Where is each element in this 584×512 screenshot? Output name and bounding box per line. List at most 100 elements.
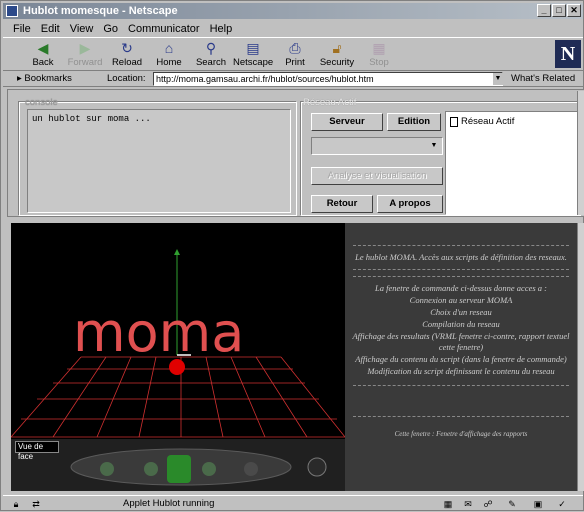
netscape-label: Netscape: [233, 57, 274, 68]
location-label: Location:: [107, 73, 146, 84]
top-frame-scrollbar[interactable]: [577, 91, 584, 215]
lock-icon: 🔓︎: [332, 40, 342, 56]
netscape-icon: ▤: [246, 40, 260, 56]
home-button[interactable]: ⌂ Home: [149, 40, 189, 68]
reload-label: Reload: [111, 57, 143, 68]
menu-communicator[interactable]: Communicator: [128, 21, 200, 37]
close-button[interactable]: ✕: [567, 4, 581, 17]
console-text: un hublot sur moma ...: [32, 114, 151, 124]
menu-edit[interactable]: Edit: [41, 21, 60, 37]
menu-view[interactable]: View: [70, 21, 94, 37]
print-label: Print: [285, 57, 305, 68]
window-title: Hublot momesque - Netscape: [23, 5, 178, 17]
maximize-button[interactable]: □: [552, 4, 566, 17]
netscape-app-icon: [6, 5, 18, 17]
info-line: Compilation du reseau: [422, 319, 500, 329]
divider: [353, 245, 569, 246]
serveur-button[interactable]: Serveur: [311, 113, 383, 131]
info-line: Affichage du contenu du script (dans la …: [355, 354, 567, 364]
reseau-select[interactable]: ▼: [311, 137, 443, 155]
back-button[interactable]: ◀ Back: [23, 40, 63, 68]
whats-related-button[interactable]: What's Related: [511, 71, 575, 87]
divider: [353, 385, 569, 386]
netscape-logo: N: [555, 40, 581, 68]
home-icon: ⌂: [164, 40, 174, 56]
document-icon: [450, 116, 458, 127]
apropos-button[interactable]: A propos: [377, 195, 443, 213]
browser-window: Hublot momesque - Netscape _ □ ✕ File Ed…: [0, 0, 584, 511]
info-line: Choix d'un reseau: [430, 307, 492, 317]
chevron-down-icon: ▼: [430, 142, 438, 149]
minimize-button[interactable]: _: [537, 4, 551, 17]
stop-button[interactable]: ▦ Stop: [359, 40, 399, 68]
back-label: Back: [32, 57, 54, 68]
forward-button[interactable]: ▶ Forward: [65, 40, 105, 68]
title-bar: Hublot momesque - Netscape _ □ ✕: [3, 3, 583, 19]
list-item-label: Réseau Actif: [461, 116, 515, 127]
stop-icon: ▦: [372, 40, 386, 56]
forward-arrow-icon: ▶: [79, 40, 91, 56]
forward-label: Forward: [67, 57, 103, 68]
axis-arrow-icon: [174, 249, 180, 255]
roll-icon[interactable]: [244, 462, 258, 476]
security-status-icon[interactable]: 🔒︎: [9, 498, 23, 510]
vrml-scene: moma: [10, 249, 346, 438]
intro-text: Le hublot MOMA. Accès aux scripts de déf…: [355, 252, 567, 262]
search-label: Search: [195, 57, 227, 68]
status-text: Applet Hublot running: [123, 498, 215, 509]
search-button[interactable]: ⚲ Search: [191, 40, 231, 68]
origin-sphere: [169, 359, 185, 375]
reseau-label: Réseau Actif: [303, 97, 357, 108]
menu-file[interactable]: File: [13, 21, 31, 37]
vrml-viewer[interactable]: moma Vue de face: [10, 223, 346, 491]
vrml-navigation-bar: Vue de face: [11, 439, 345, 491]
url-dropdown-icon[interactable]: ▼: [493, 73, 503, 85]
move-icon[interactable]: [167, 455, 191, 483]
check-icon[interactable]: ✓: [555, 498, 569, 510]
pan-icon[interactable]: [144, 462, 158, 476]
mail-icon[interactable]: ✉: [461, 498, 475, 510]
turn-icon[interactable]: [202, 462, 216, 476]
retour-button[interactable]: Retour: [311, 195, 373, 213]
connection-icon: ⇄: [32, 499, 40, 509]
menu-bar: File Edit View Go Communicator Help: [3, 21, 232, 37]
print-button[interactable]: ⎙ Print: [275, 40, 315, 68]
navigator-icon[interactable]: ▦: [441, 498, 455, 510]
navigation-controls: [70, 448, 327, 486]
list-item[interactable]: Réseau Actif: [450, 116, 514, 127]
footer-text: Cette fenetre : Fenetre d'affichage des …: [394, 430, 528, 438]
netscape-button[interactable]: ▤ Netscape: [233, 40, 273, 68]
component-icon[interactable]: ▣: [531, 498, 545, 510]
info-line: Affichage des resultats (VRML fenetre ci…: [352, 331, 570, 352]
reseau-list[interactable]: Réseau Actif: [445, 111, 579, 215]
whats-related-label: What's Related: [511, 73, 576, 84]
console-textarea[interactable]: un hublot sur moma ...: [27, 109, 291, 213]
security-label: Security: [319, 57, 355, 68]
search-icon: ⚲: [205, 40, 217, 56]
navigation-toolbar: ◀ Back ▶ Forward ↻ Reload ⌂ Home ⚲ Search ▤ Ne…: [3, 37, 583, 71]
divider: [353, 269, 569, 270]
edition-button[interactable]: Edition: [387, 113, 441, 131]
security-button[interactable]: 🔓︎ Security: [317, 40, 357, 68]
url-field[interactable]: http://moma.gamsau.archi.fr/hublot/sourc…: [153, 72, 503, 86]
report-scrollbar[interactable]: [577, 223, 584, 491]
divider: [353, 416, 569, 417]
home-label: Home: [156, 57, 182, 68]
info-line: Connexion au serveur MOMA: [409, 295, 513, 305]
report-frame: Le hublot MOMA. Accès aux scripts de déf…: [345, 223, 577, 491]
stop-label: Stop: [369, 57, 389, 68]
bookmarks-label: Bookmarks: [24, 73, 72, 84]
walk-icon[interactable]: [100, 462, 114, 476]
discussion-icon[interactable]: ☍: [481, 498, 495, 510]
cosmo-logo-icon: [307, 457, 327, 477]
menu-go[interactable]: Go: [103, 21, 118, 37]
location-bar: ▸ Bookmarks Location: http://moma.gamsau…: [3, 71, 583, 87]
analyse-button[interactable]: Analyse et visualisation: [311, 167, 443, 185]
info-line: La fenetre de commande ci-dessus donne a…: [375, 283, 547, 293]
reload-button[interactable]: ↻ Reload: [107, 40, 147, 68]
menu-help[interactable]: Help: [210, 21, 233, 37]
composer-icon[interactable]: ✎: [505, 498, 519, 510]
bookmarks-button[interactable]: ▸ Bookmarks: [17, 71, 72, 87]
console-label: console: [25, 97, 58, 108]
divider: [353, 276, 569, 277]
